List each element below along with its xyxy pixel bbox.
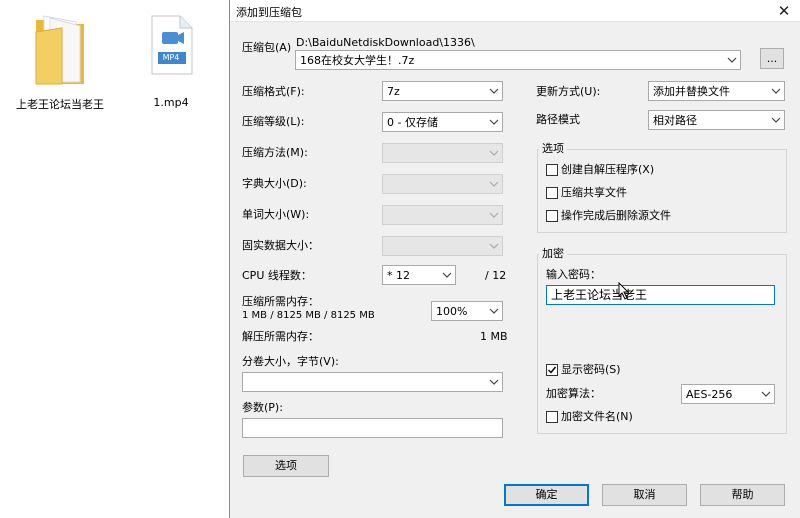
mem-decomp-label: 解压所需内存： — [242, 330, 319, 343]
level-combo[interactable]: 0 - 仅存储 — [382, 112, 503, 132]
title-bar: 添加到压缩包 ✕ — [230, 0, 800, 22]
encrypt-names-label: 加密文件名(N) — [561, 410, 633, 423]
shared-checkbox[interactable] — [546, 187, 558, 199]
folder-label: 上老王论坛当老王 — [16, 98, 104, 111]
dict-combo[interactable] — [382, 174, 503, 194]
level-label: 压缩等级(L): — [242, 115, 305, 128]
delete-label: 操作完成后删除源文件 — [561, 209, 671, 222]
level-value: 0 - 仅存储 — [387, 116, 438, 129]
path-mode-combo[interactable]: 相对路径 — [648, 110, 785, 130]
close-icon[interactable]: ✕ — [773, 1, 795, 21]
delete-checkbox[interactable] — [546, 210, 558, 222]
method-label: 压缩方法(M): — [242, 146, 308, 159]
algo-combo[interactable]: AES-256 — [681, 384, 775, 404]
chevron-down-icon — [489, 212, 499, 218]
threads-total: / 12 — [485, 269, 507, 282]
archive-label: 压缩包(A) — [242, 41, 292, 54]
chevron-down-icon — [489, 243, 499, 249]
algo-label: 加密算法： — [546, 387, 601, 400]
archive-name-value: 168在校女大学生！.7z — [300, 54, 415, 67]
show-password-label: 显示密码(S) — [561, 363, 621, 376]
video-label: 1.mp4 — [153, 96, 189, 109]
params-input[interactable] — [242, 418, 503, 438]
mem-comp-value: 1 MB / 8125 MB / 8125 MB — [242, 310, 375, 321]
split-label: 分卷大小，字节(V): — [242, 355, 339, 368]
algo-value: AES-256 — [686, 388, 733, 401]
chevron-down-icon — [761, 391, 771, 397]
password-value: 上老王论坛当老王 — [551, 288, 648, 302]
update-combo[interactable]: 添加并替换文件 — [648, 81, 785, 101]
mem-percent-value: 100% — [436, 305, 468, 318]
format-label: 压缩格式(F): — [242, 85, 305, 98]
cancel-button[interactable]: 取消 — [602, 484, 687, 506]
archive-name-combo[interactable]: 168在校女大学生！.7z — [295, 50, 741, 70]
path-mode-value: 相对路径 — [653, 114, 697, 127]
help-button[interactable]: 帮助 — [700, 484, 785, 506]
params-label: 参数(P): — [242, 401, 283, 414]
browse-button[interactable]: ... — [760, 48, 784, 69]
video-file-icon — [151, 15, 193, 75]
format-value: 7z — [387, 85, 400, 98]
chevron-down-icon — [489, 379, 499, 385]
sfx-checkbox[interactable] — [546, 164, 558, 176]
encrypt-names-checkbox[interactable] — [546, 411, 558, 423]
chevron-down-icon — [771, 117, 781, 123]
solid-label: 固实数据大小： — [242, 239, 319, 252]
mouse-cursor-icon — [618, 282, 630, 300]
threads-label: CPU 线程数： — [242, 269, 312, 282]
folder-icon — [35, 15, 84, 85]
chevron-down-icon — [727, 57, 737, 63]
options-group-title: 选项 — [539, 142, 567, 156]
show-password-checkbox[interactable] — [546, 364, 558, 376]
mem-comp-label: 压缩所需内存： — [242, 295, 319, 308]
chevron-down-icon — [489, 88, 499, 94]
chevron-down-icon — [442, 272, 452, 278]
chevron-down-icon — [489, 150, 499, 156]
solid-combo[interactable] — [382, 236, 503, 256]
desktop-video-file[interactable]: MP4 1.mp4 — [130, 14, 212, 110]
threads-value: * 12 — [387, 269, 410, 282]
add-to-archive-dialog: 添加到压缩包 ✕ 压缩包(A) D:\BaiduNetdiskDownload\… — [229, 0, 800, 518]
mp4-badge: MP4 — [162, 53, 180, 62]
path-mode-label: 路径模式 — [536, 113, 580, 126]
shared-label: 压缩共享文件 — [561, 186, 627, 199]
ok-button[interactable]: 确定 — [504, 484, 589, 506]
chevron-down-icon — [489, 181, 499, 187]
mem-percent-combo[interactable]: 100% — [431, 301, 503, 321]
password-input[interactable]: 上老王论坛当老王 — [546, 285, 775, 305]
format-combo[interactable]: 7z — [382, 81, 503, 101]
checkmark-icon — [548, 366, 557, 374]
dialog-title: 添加到压缩包 — [236, 6, 302, 19]
password-label: 输入密码： — [546, 268, 601, 281]
update-label: 更新方式(U): — [536, 85, 601, 98]
chevron-down-icon — [771, 88, 781, 94]
dict-label: 字典大小(D): — [242, 177, 307, 190]
chevron-down-icon — [489, 308, 499, 314]
sfx-label: 创建自解压程序(X) — [561, 163, 655, 176]
method-combo[interactable] — [382, 143, 503, 163]
encryption-group-title: 加密 — [539, 247, 567, 261]
archive-path: D:\BaiduNetdiskDownload\1336\ — [296, 36, 475, 49]
options-button[interactable]: 选项 — [243, 455, 329, 477]
word-label: 单词大小(W): — [242, 208, 310, 221]
word-combo[interactable] — [382, 205, 503, 225]
update-value: 添加并替换文件 — [653, 85, 730, 98]
mem-decomp-value: 1 MB — [480, 330, 508, 343]
split-combo[interactable] — [242, 372, 503, 392]
desktop-folder[interactable]: 上老王论坛当老王 — [14, 12, 106, 112]
chevron-down-icon — [489, 119, 499, 125]
threads-combo[interactable]: * 12 — [382, 265, 456, 285]
